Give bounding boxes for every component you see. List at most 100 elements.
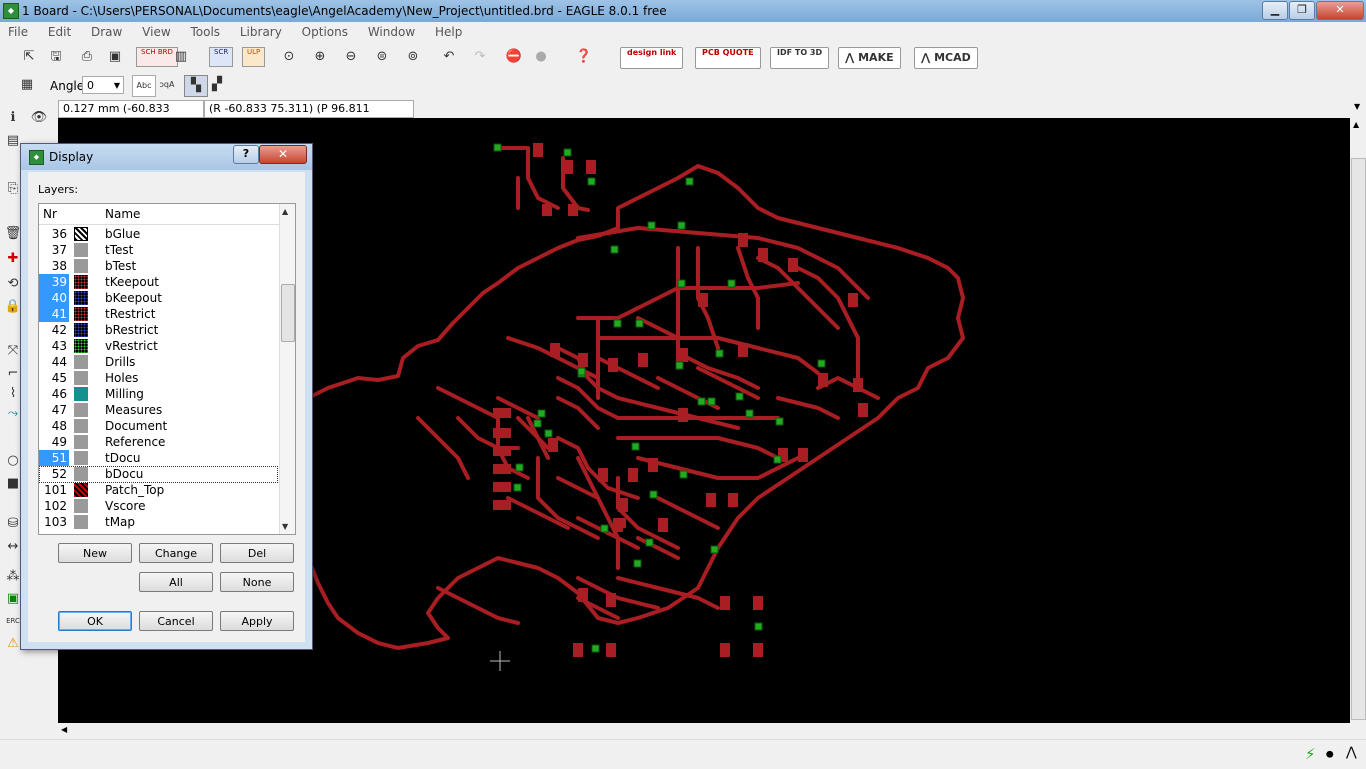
dialog-close-button[interactable]: ✕ <box>259 145 307 164</box>
script-button[interactable]: SCR <box>209 47 234 67</box>
menu-draw[interactable]: Draw <box>83 22 130 39</box>
layer-row[interactable]: 42 bRestrict <box>39 322 279 338</box>
via <box>635 319 644 328</box>
menu-help[interactable]: Help <box>427 22 470 39</box>
scroll-left-icon[interactable]: ◀ <box>61 725 67 734</box>
pad <box>728 493 738 507</box>
make-button[interactable]: ⋀ MAKE <box>838 47 901 69</box>
menu-options[interactable]: Options <box>294 22 356 39</box>
layer-color-swatch <box>74 227 88 241</box>
main-toolbar: ⇱ 🖫 ⎙ ▣ SCH BRD ▥ SCR ULP ⊙ ⊕ ⊖ ⊜ ⊚ ↶ ↷ … <box>0 42 1366 73</box>
scroll-down-icon[interactable]: ▼ <box>282 522 288 531</box>
scroll-up-icon[interactable]: ▲ <box>282 207 288 216</box>
grid-icon[interactable]: ▦ <box>16 75 38 95</box>
pad <box>606 593 616 607</box>
lightning-icon[interactable]: ⚡ <box>1305 745 1316 763</box>
menu-window[interactable]: Window <box>360 22 423 39</box>
none-button[interactable]: None <box>220 572 294 592</box>
print-icon[interactable]: ⎙ <box>76 47 98 67</box>
layer-row[interactable]: 37 tTest <box>39 242 279 258</box>
align-right-icon[interactable]: ▞ <box>206 75 228 95</box>
all-button[interactable]: All <box>139 572 213 592</box>
ok-button[interactable]: OK <box>58 611 132 631</box>
layer-row[interactable]: 102 Vscore <box>39 498 279 514</box>
layer-row[interactable]: 103 tMap <box>39 514 279 530</box>
autodesk-icon[interactable]: ⋀ <box>1346 745 1357 760</box>
layer-row[interactable]: 49 Reference <box>39 434 279 450</box>
undo-icon[interactable]: ↶ <box>438 47 460 67</box>
dialog-help-button[interactable]: ? <box>233 145 259 164</box>
minimize-button[interactable]: ▁ <box>1262 1 1288 20</box>
layer-row[interactable]: 43 vRestrict <box>39 338 279 354</box>
display-dialog: ◆ Display ? ✕ Layers: Nr Name 36 bGlue 37 t… <box>20 143 313 650</box>
stop-icon[interactable]: ⛔ <box>503 47 525 67</box>
zoom-select-icon[interactable]: ⊚ <box>402 47 424 67</box>
mcad-button[interactable]: ⋀ MCAD <box>914 47 978 69</box>
del-button[interactable]: Del <box>220 543 294 563</box>
new-button[interactable]: New <box>58 543 132 563</box>
layer-row[interactable]: 101 Patch_Top <box>39 482 279 498</box>
layer-row[interactable]: 51 tDocu <box>39 450 279 466</box>
ulp-button[interactable]: ULP <box>242 47 266 67</box>
layer-row[interactable]: 52 bDocu <box>39 466 279 482</box>
scroll-up-icon[interactable]: ▲ <box>1353 120 1359 129</box>
layer-row[interactable]: 39 tKeepout <box>39 274 279 290</box>
menu-edit[interactable]: Edit <box>40 22 79 39</box>
mcad-label: MCAD <box>934 51 971 64</box>
layer-row[interactable]: 44 Drills <box>39 354 279 370</box>
layer-row[interactable]: 48 Document <box>39 418 279 434</box>
layer-row[interactable]: 40 bKeepout <box>39 290 279 306</box>
layer-list[interactable]: Nr Name 36 bGlue 37 tTest 38 bTest 39 tKeepout 4… <box>38 203 296 535</box>
text-mirror-icon[interactable]: Abc <box>132 75 156 97</box>
apply-button[interactable]: Apply <box>220 611 294 631</box>
save-icon[interactable]: 🖫 <box>45 47 67 67</box>
close-button[interactable]: ✕ <box>1316 1 1364 20</box>
text-spin-icon[interactable]: ɔqA <box>156 75 178 95</box>
zoom-redraw-icon[interactable]: ⊜ <box>371 47 393 67</box>
layer-row[interactable]: 45 Holes <box>39 370 279 386</box>
polar-coordinate-display: (R -60.833 75.311) (P 96.811 128.930°) <box>204 100 414 131</box>
show-icon[interactable]: 👁 <box>29 108 49 128</box>
layer-row[interactable]: 36 bGlue <box>39 226 279 242</box>
cam-icon[interactable]: ▣ <box>104 47 126 67</box>
menu-library[interactable]: Library <box>232 22 290 39</box>
layer-row[interactable]: 47 Measures <box>39 402 279 418</box>
menu-view[interactable]: View <box>134 22 178 39</box>
info-icon[interactable]: ℹ <box>3 108 23 128</box>
col-nr-header[interactable]: Nr <box>43 207 57 221</box>
cancel-button[interactable]: Cancel <box>139 611 213 631</box>
layer-color-swatch <box>74 371 88 385</box>
zoom-in-icon[interactable]: ⊕ <box>309 47 331 67</box>
redo-icon[interactable]: ↷ <box>469 47 491 67</box>
design-link-button[interactable]: design link <box>620 47 684 69</box>
align-left-icon[interactable]: ▚ <box>184 75 208 97</box>
layer-row[interactable]: 46 Milling <box>39 386 279 402</box>
change-button[interactable]: Change <box>139 543 213 563</box>
layer-color-swatch <box>74 259 88 273</box>
stop-icon[interactable]: ⏺ <box>1326 745 1334 763</box>
pcb-quote-button[interactable]: PCB QUOTE <box>695 47 761 69</box>
vertical-scrollbar[interactable]: ▲ <box>1350 118 1366 723</box>
pad <box>606 643 616 657</box>
library-icon[interactable]: ▥ <box>170 47 192 67</box>
menu-tools[interactable]: Tools <box>182 22 228 39</box>
maximize-button[interactable]: ❐ <box>1289 1 1315 20</box>
go-icon[interactable]: ● <box>530 47 552 67</box>
open-icon[interactable]: ⇱ <box>18 47 40 67</box>
idf-3d-button[interactable]: IDF TO 3D <box>770 47 830 69</box>
layer-row[interactable]: 41 tRestrict <box>39 306 279 322</box>
help-icon[interactable]: ❓ <box>573 47 595 67</box>
horizontal-scrollbar[interactable]: ◀ <box>58 723 1350 739</box>
layer-list-scrollbar[interactable]: ▲ ▼ <box>279 204 295 534</box>
chevron-down-icon[interactable]: ▼ <box>1354 102 1360 111</box>
layer-row[interactable]: 38 bTest <box>39 258 279 274</box>
scrollbar-thumb[interactable] <box>281 284 295 342</box>
menu-file[interactable]: File <box>0 22 36 39</box>
window-title: 1 Board - C:\Users\PERSONAL\Documents\ea… <box>22 4 667 18</box>
scrollbar-thumb[interactable] <box>1351 158 1366 720</box>
zoom-out-icon[interactable]: ⊖ <box>340 47 362 67</box>
zoom-fit-icon[interactable]: ⊙ <box>278 47 300 67</box>
col-name-header[interactable]: Name <box>105 207 140 221</box>
angle-select[interactable]: 0 ▼ <box>82 76 124 94</box>
layer-number: 43 <box>51 339 67 353</box>
